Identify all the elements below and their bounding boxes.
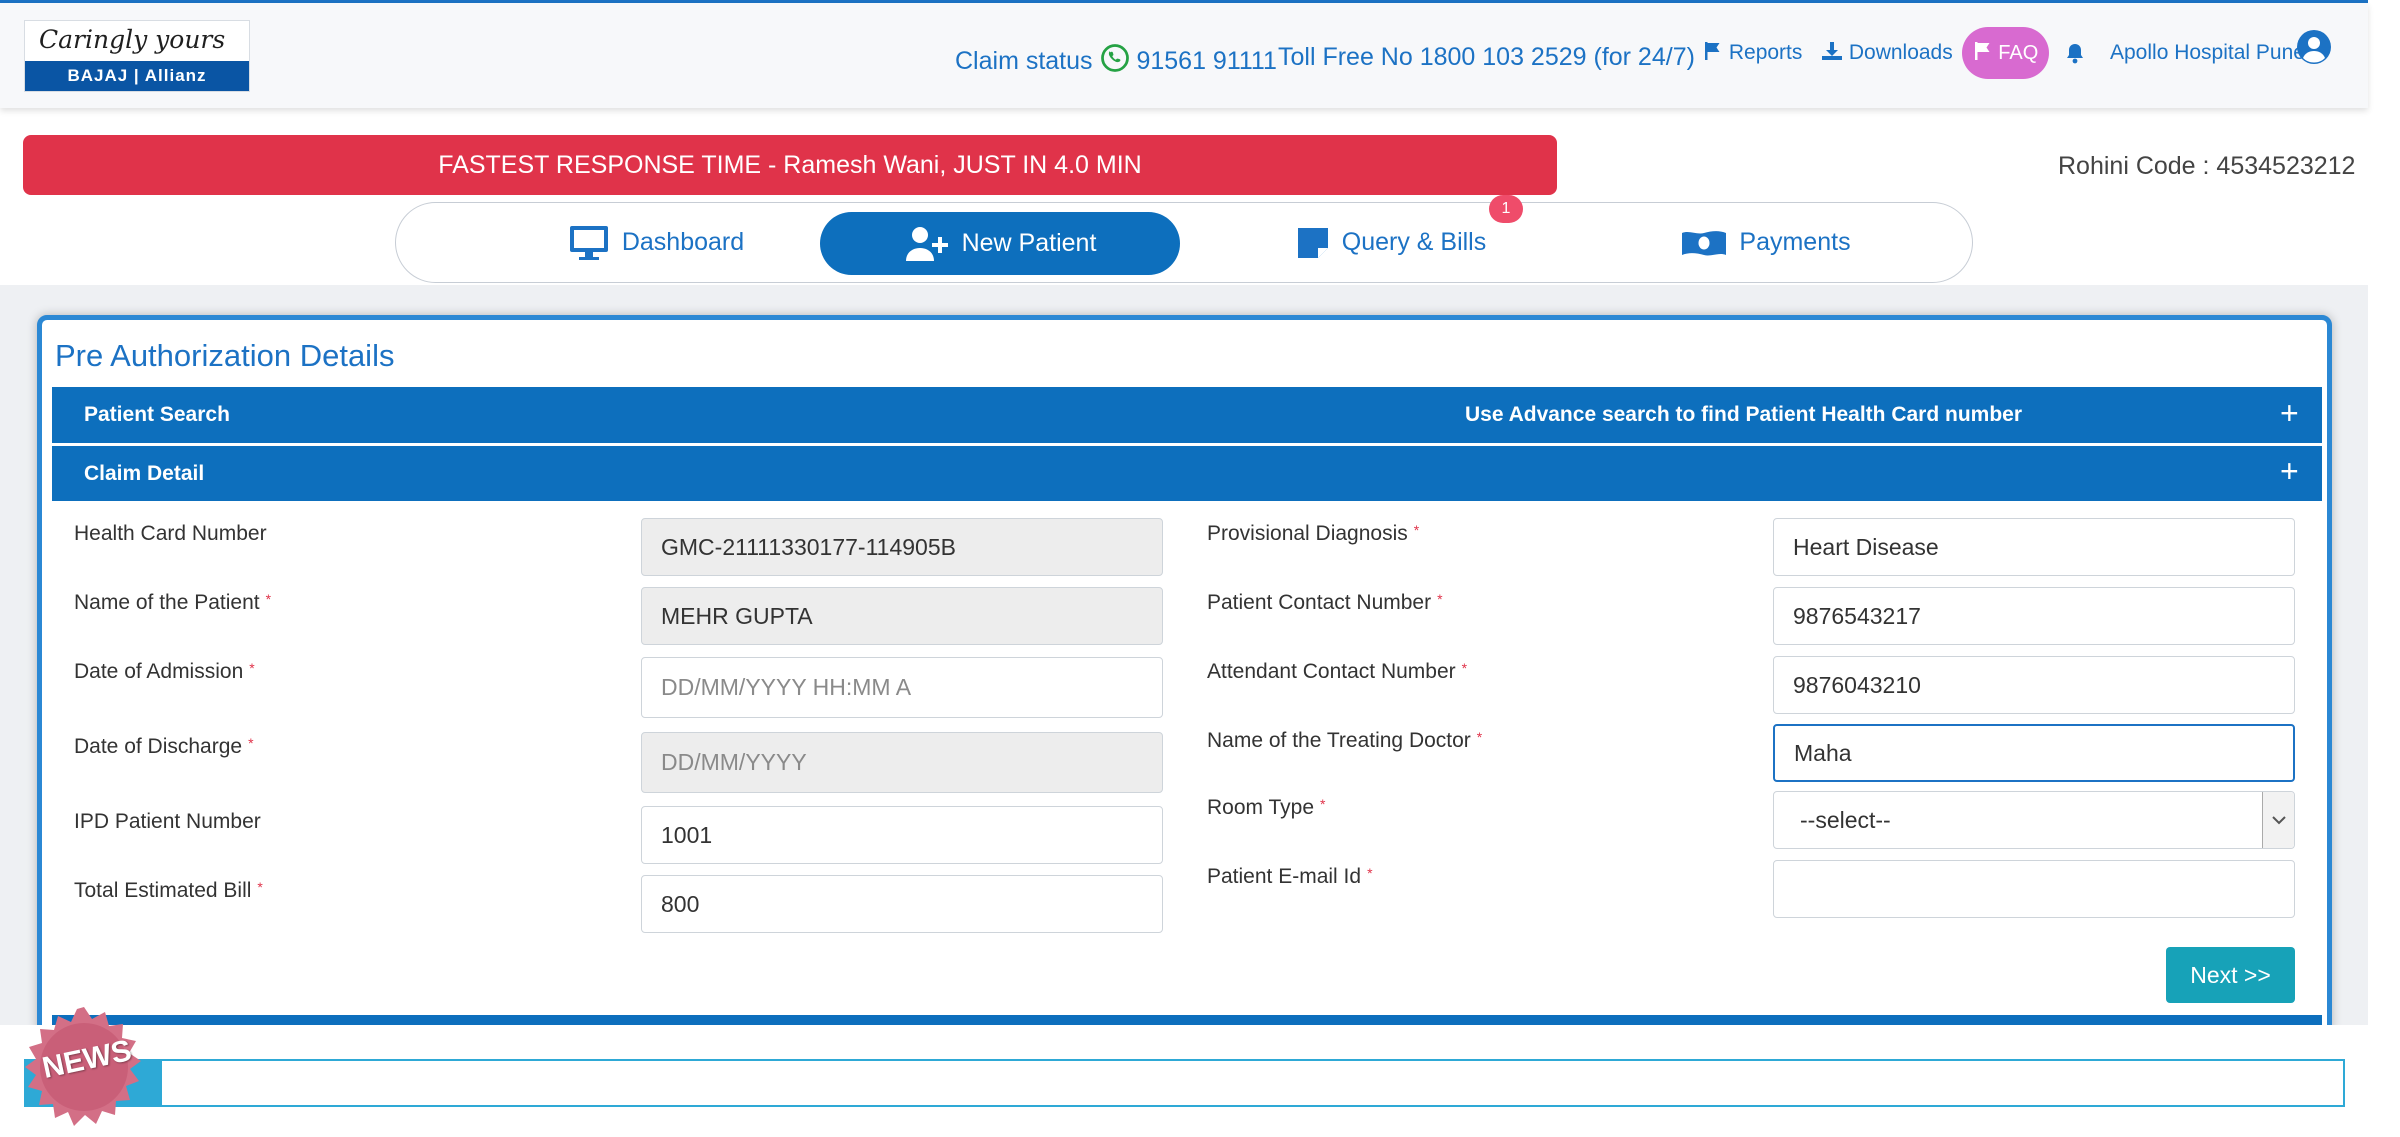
attendant-contact-field[interactable] [1773,656,2295,714]
admission-date-label-text: Date of Admission [74,660,244,683]
main-nav: Dashboard New Patient Query & Bills 1 Pa… [395,195,1973,283]
patient-name-label: Name of the Patient * [74,591,271,615]
panel-title: Pre Authorization Details [55,338,395,373]
rohini-code: Rohini Code : 4534523212 [2058,152,2356,180]
email-label-text: Patient E-mail Id [1207,865,1362,888]
patient-name-label-text: Name of the Patient [74,591,260,614]
user-plus-icon [905,226,948,261]
discharge-date-label-text: Date of Discharge [74,735,243,758]
tab-dashboard-label: Dashboard [621,228,745,256]
room-type-label: Room Type * [1207,796,1325,820]
attendant-contact-label-text: Attendant Contact Number [1207,660,1456,683]
logo-tagline: Caringly yours [39,25,226,54]
next-button[interactable]: Next >> [2166,947,2295,1003]
tab-dashboard[interactable]: Dashboard [536,203,776,282]
ipd-number-field[interactable] [641,806,1163,864]
required-mark: * [257,879,263,895]
downloads-label: Downloads [1848,41,1953,64]
treating-doctor-label: Name of the Treating Doctor * [1207,729,1482,753]
health-card-label-text: Health Card Number [74,522,267,545]
admission-date-label: Date of Admission * [74,660,255,684]
required-mark: * [1413,522,1420,538]
chevron-down-icon[interactable] [2262,792,2294,848]
room-type-selected: --select-- [1800,807,1891,833]
fastest-response-banner: FASTEST RESPONSE TIME - Ramesh Wani, JUS… [23,135,1557,195]
claim-detail-label: Claim Detail [84,462,205,485]
discharge-date-field [641,732,1163,793]
required-mark: * [248,735,254,751]
bajaj-allianz-logo[interactable]: Caringly yours BAJAJ | Allianz [24,20,250,92]
health-card-label: Health Card Number [74,522,267,546]
money-icon [1682,230,1727,255]
ipd-number-label-text: IPD Patient Number [74,810,261,833]
diagnosis-label: Provisional Diagnosis * [1207,522,1419,546]
logo-brand: BAJAJ | Allianz [25,61,249,91]
room-type-label-text: Room Type [1207,796,1314,819]
diagnosis-label-text: Provisional Diagnosis [1207,522,1408,545]
room-type-select[interactable]: --select-- [1773,791,2295,849]
tab-query-bills-label: Query & Bills [1341,228,1487,256]
flag-icon [1974,42,1990,60]
whatsapp-icon [1100,44,1129,72]
flag-icon [1705,42,1720,60]
required-mark: * [1461,660,1468,676]
monitor-icon [569,225,608,260]
claim-status-link[interactable]: Claim status 91561 91111 [955,43,1277,76]
toll-free-number: Toll Free No 1800 103 2529 (for 24/7) [1278,43,1695,71]
email-label: Patient E-mail Id * [1207,865,1373,889]
estimated-bill-label: Total Estimated Bill * [74,879,263,903]
estimated-bill-field[interactable] [641,875,1163,933]
patient-name-field [641,587,1163,645]
query-count-badge: 1 [1489,195,1523,223]
bill-icon [1297,227,1328,258]
news-ticker [24,1059,2345,1107]
patient-search-label: Patient Search [84,403,230,426]
patient-search-plus-icon[interactable]: + [2280,385,2299,441]
user-avatar-icon[interactable] [2296,29,2332,65]
reports-label: Reports [1728,41,1803,64]
diagnosis-field[interactable] [1773,518,2295,576]
treating-doctor-field[interactable] [1773,724,2295,782]
tab-new-patient-label: New Patient [961,229,1097,257]
admission-date-field[interactable] [641,657,1163,718]
faq-button[interactable]: FAQ [1962,27,2049,79]
ipd-number-label: IPD Patient Number [74,810,261,834]
claim-detail-accordion[interactable]: Claim Detail + [52,446,2322,501]
attendant-contact-label: Attendant Contact Number * [1207,660,1467,684]
email-field[interactable] [1773,860,2295,918]
patient-contact-label-text: Patient Contact Number [1207,591,1432,614]
hospital-name[interactable]: Apollo Hospital Pune [2110,41,2305,65]
health-card-field [641,518,1163,576]
reports-link[interactable]: Reports [1703,41,1802,65]
discharge-date-label: Date of Discharge * [74,735,254,759]
treating-doctor-label-text: Name of the Treating Doctor [1207,729,1471,752]
claim-detail-plus-icon[interactable]: + [2280,444,2299,499]
estimated-bill-label-text: Total Estimated Bill [74,879,252,902]
header-bar: Caringly yours BAJAJ | Allianz Claim sta… [0,3,2368,108]
claim-status-label: Claim status [955,47,1093,75]
required-mark: * [265,591,272,607]
required-mark: * [1367,865,1373,881]
required-mark: * [1320,796,1326,812]
claim-status-number: 91561 91111 [1136,47,1277,75]
tab-payments-label: Payments [1739,228,1851,256]
tab-new-patient[interactable]: New Patient [820,212,1180,275]
downloads-link[interactable]: Downloads [1821,41,1953,65]
download-icon [1822,42,1842,60]
patient-contact-label: Patient Contact Number * [1207,591,1443,615]
required-mark: * [1437,591,1443,607]
required-mark: * [1476,729,1483,745]
faq-label: FAQ [1998,42,2039,64]
bell-icon[interactable] [2064,42,2086,64]
advance-search-hint: Use Advance search to find Patient Healt… [1465,403,2023,426]
required-mark: * [249,660,255,676]
tab-query-bills[interactable]: Query & Bills [1286,203,1496,282]
patient-search-accordion[interactable]: Patient Search Use Advance search to fin… [52,387,2322,443]
tab-payments[interactable]: Payments [1666,203,1866,282]
patient-contact-field[interactable] [1773,587,2295,645]
